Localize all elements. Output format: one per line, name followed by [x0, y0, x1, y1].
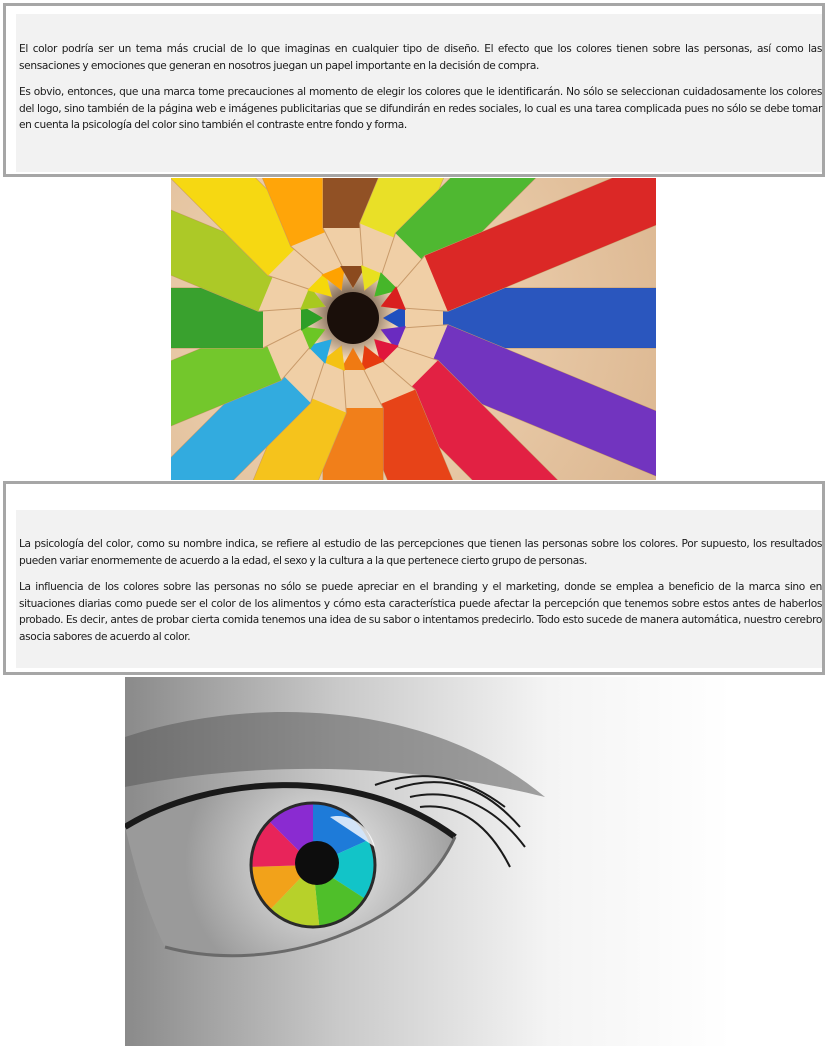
paragraph-psychology-1: La psicología del color, como su nombre … — [19, 538, 822, 567]
colorful-eye-image — [125, 677, 731, 1046]
text-box-psychology-content: La psicología del color, como su nombre … — [16, 510, 822, 668]
colored-pencils-image — [171, 178, 656, 480]
text-box-intro: El color podría ser un tema más crucial … — [3, 3, 825, 177]
paragraph-intro-1: El color podría ser un tema más crucial … — [19, 43, 822, 72]
text-box-psychology: La psicología del color, como su nombre … — [3, 481, 825, 675]
pupil — [295, 841, 339, 885]
paragraph-psychology-2: La influencia de los colores sobre las p… — [19, 581, 822, 643]
colorful-eye-illustration — [125, 677, 731, 1046]
paragraph-intro-2: Es obvio, entonces, que una marca tome p… — [19, 86, 822, 131]
pencil-fan — [171, 178, 656, 480]
colored-pencils-illustration — [171, 178, 656, 480]
pencil-center — [327, 292, 379, 344]
text-box-intro-content: El color podría ser un tema más crucial … — [16, 14, 822, 172]
